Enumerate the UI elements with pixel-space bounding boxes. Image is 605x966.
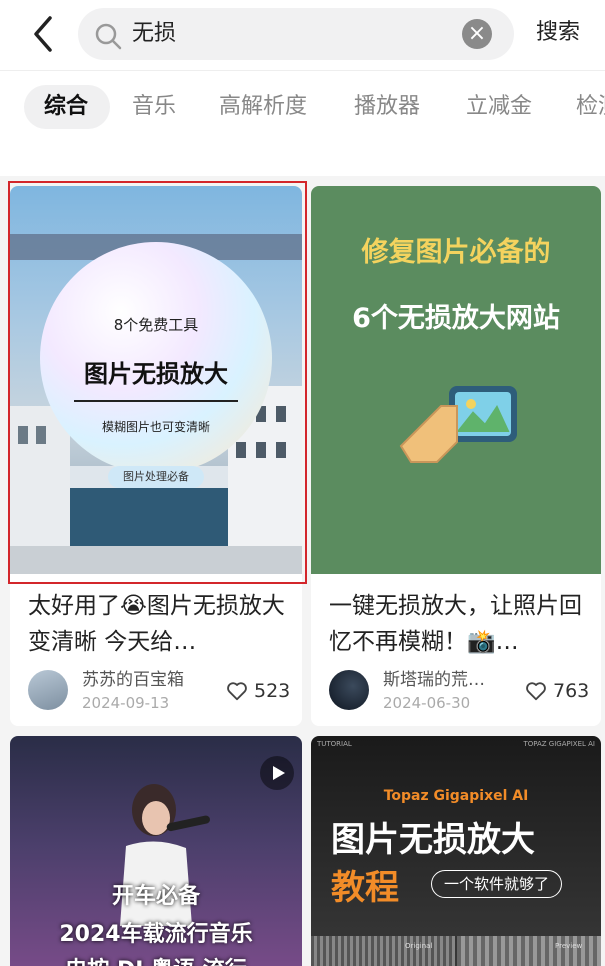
post-date: 2024-06-30 bbox=[383, 694, 471, 712]
filter-tabs: 综合 音乐 高解析度 播放器 立减金 检测 bbox=[0, 70, 605, 142]
note-card[interactable]: 8个免费工具 图片无损放大 模糊图片也可变清晰 图片处理必备 太好用了😭图片无损… bbox=[10, 186, 302, 726]
original-preview bbox=[311, 936, 455, 966]
video-play-icon[interactable] bbox=[260, 756, 294, 790]
card-cover-image: 修复图片必备的 6个无损放大网站 bbox=[311, 186, 601, 574]
cover-title-line2: 2024车载流行音乐 bbox=[59, 922, 253, 947]
heart-icon[interactable] bbox=[226, 680, 248, 702]
tab-discount[interactable]: 立减金 bbox=[466, 91, 532, 123]
search-input[interactable]: 无损 × bbox=[78, 8, 514, 60]
search-button[interactable]: 搜索 bbox=[536, 17, 580, 49]
card-title[interactable]: 一键无损放大，让照片回忆不再模糊！📸… bbox=[329, 588, 595, 660]
cover-title-line3: 电按 DJ 粤语 流行 bbox=[10, 952, 302, 966]
cover-title-line1: 修复图片必备的 bbox=[361, 237, 551, 268]
avatar[interactable] bbox=[329, 670, 369, 710]
cover-pill: 一个软件就够了 bbox=[431, 870, 563, 898]
cover-subtitle: 8个免费工具 bbox=[113, 316, 199, 334]
author-name[interactable]: 斯塔瑞的荒… bbox=[383, 670, 485, 690]
clear-icon[interactable]: × bbox=[462, 19, 492, 49]
cover-title-line1: 图片无损放大 bbox=[331, 820, 535, 860]
tab-music[interactable]: 音乐 bbox=[132, 91, 176, 123]
card-cover-image: 开车必备 2024车载流行音乐 电按 DJ 粤语 流行 bbox=[10, 736, 302, 966]
photo-in-hand-icon bbox=[399, 386, 517, 463]
note-card[interactable]: 修复图片必备的 6个无损放大网站 一键无损放大，让照片回忆不再模糊！📸… 斯塔瑞… bbox=[311, 186, 601, 726]
brand-label: Topaz Gigapixel AI bbox=[383, 788, 529, 804]
search-icon bbox=[95, 23, 122, 50]
tab-detect[interactable]: 检测 bbox=[576, 91, 605, 123]
cover-title-line2: 6个无损放大网站 bbox=[352, 303, 560, 334]
tab-comprehensive[interactable]: 综合 bbox=[44, 91, 88, 123]
heart-icon[interactable] bbox=[525, 680, 547, 702]
like-count: 763 bbox=[553, 680, 590, 702]
original-label: Original bbox=[405, 942, 433, 950]
author-name[interactable]: 苏苏的百宝箱 bbox=[82, 670, 184, 690]
note-card[interactable]: 开车必备 2024车载流行音乐 电按 DJ 粤语 流行 bbox=[10, 736, 302, 966]
cover-title-line1: 开车必备 bbox=[111, 884, 200, 909]
cover-caption: 模糊图片也可变清晰 bbox=[101, 420, 210, 434]
tab-player[interactable]: 播放器 bbox=[354, 91, 420, 123]
search-header: 无损 × 搜索 bbox=[0, 0, 605, 70]
corner-label-left: TUTORIAL bbox=[317, 740, 352, 748]
like-count: 523 bbox=[254, 680, 291, 702]
cover-tag: 图片处理必备 bbox=[108, 466, 204, 488]
cover-divider bbox=[74, 400, 238, 402]
enhanced-preview bbox=[457, 936, 601, 966]
card-title[interactable]: 太好用了😭图片无损放大变清晰 今天给… bbox=[28, 588, 294, 660]
back-arrow-icon[interactable] bbox=[26, 14, 62, 54]
cover-title: 图片无损放大 bbox=[84, 360, 228, 388]
cover-circle: 8个免费工具 图片无损放大 模糊图片也可变清晰 图片处理必备 bbox=[40, 242, 272, 488]
search-query[interactable]: 无损 bbox=[132, 19, 176, 49]
avatar[interactable] bbox=[28, 670, 68, 710]
post-date: 2024-09-13 bbox=[82, 694, 170, 712]
preview-label: Preview bbox=[555, 942, 583, 950]
corner-label-right: TOPAZ GIGAPIXEL AI bbox=[523, 740, 595, 748]
note-card[interactable]: TUTORIAL TOPAZ GIGAPIXEL AI Topaz Gigapi… bbox=[311, 736, 601, 966]
cover-title-line2: 教程 bbox=[331, 868, 399, 908]
tab-hi-res[interactable]: 高解析度 bbox=[219, 91, 307, 123]
previous-row-cropped bbox=[0, 142, 605, 176]
card-cover-image: TUTORIAL TOPAZ GIGAPIXEL AI Topaz Gigapi… bbox=[311, 736, 601, 966]
